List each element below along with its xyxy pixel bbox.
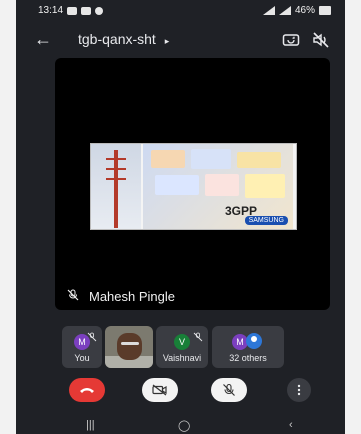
participant-tile-vaishnavi[interactable]: V Vaishnavi: [156, 326, 208, 368]
battery-icon: [319, 6, 331, 15]
mic-off-icon: [193, 329, 203, 342]
camera-off-icon: [152, 384, 167, 396]
call-controls: [16, 378, 345, 406]
mobile-signal-icon: [278, 6, 291, 15]
phone-hangup-icon: [80, 388, 94, 393]
message-icon: [67, 6, 78, 15]
status-time: 13:14: [38, 5, 64, 16]
main-video-tile[interactable]: 3GPP SAMSUNG Mahesh Pingle: [55, 58, 330, 310]
back-arrow-icon[interactable]: ←: [34, 29, 54, 49]
chevron-right-icon: ▸: [164, 36, 170, 46]
status-right: 46%: [262, 5, 331, 16]
meeting-code: tgb-qanx-sht: [78, 31, 156, 47]
participant-name: Vaishnavi: [162, 353, 202, 363]
network-diagram: 3GPP SAMSUNG: [143, 144, 293, 229]
status-bar: 13:14 46%: [16, 0, 345, 22]
battery-percentage: 46%: [294, 5, 315, 16]
participant-face: [117, 333, 142, 360]
participant-name: 32 others: [229, 353, 267, 363]
home-icon[interactable]: ◯: [178, 419, 190, 432]
hang-up-button[interactable]: [69, 378, 105, 402]
participant-name: You: [74, 353, 90, 363]
mic-off-icon: [223, 383, 235, 396]
participant-tile-you[interactable]: M You: [62, 326, 102, 368]
app-bar: ← tgb-qanx-sht ▸: [16, 26, 345, 54]
switch-camera-icon[interactable]: [281, 30, 301, 50]
speaker-name: Mahesh Pingle: [89, 289, 175, 304]
avatar: M: [74, 334, 90, 350]
participant-tile-others[interactable]: M 32 others: [212, 326, 284, 368]
android-nav-bar: ||| ◯ ‹: [16, 416, 345, 434]
camera-toggle-button[interactable]: [142, 378, 178, 402]
tower-image: [91, 144, 141, 229]
person-icon: [246, 333, 262, 349]
participant-strip: M You V Vaishnavi M 32 others: [62, 326, 324, 370]
slide-partner: SAMSUNG: [244, 216, 288, 225]
notification-dot-icon: [95, 6, 104, 15]
more-options-button[interactable]: [287, 378, 311, 402]
recent-apps-icon[interactable]: |||: [86, 419, 95, 431]
volume-off-icon[interactable]: [311, 30, 331, 50]
shared-slide: 3GPP SAMSUNG: [90, 143, 297, 230]
avatar: V: [174, 334, 190, 350]
gallery-icon: [81, 6, 92, 15]
speaker-label-row: Mahesh Pingle: [67, 289, 175, 304]
network-signal-icon: [262, 6, 275, 15]
back-icon[interactable]: ‹: [289, 419, 293, 431]
meeting-title[interactable]: tgb-qanx-sht ▸: [78, 31, 169, 47]
mic-toggle-button[interactable]: [211, 378, 247, 402]
meet-call-screen: 13:14 46% ← tgb-qanx-sht ▸ 3GPP SAMSUNG …: [16, 0, 345, 434]
status-left: 13:14: [38, 5, 104, 16]
mic-off-icon: [67, 289, 79, 304]
more-vertical-icon: [297, 384, 301, 396]
participant-video-tile[interactable]: [105, 326, 153, 368]
